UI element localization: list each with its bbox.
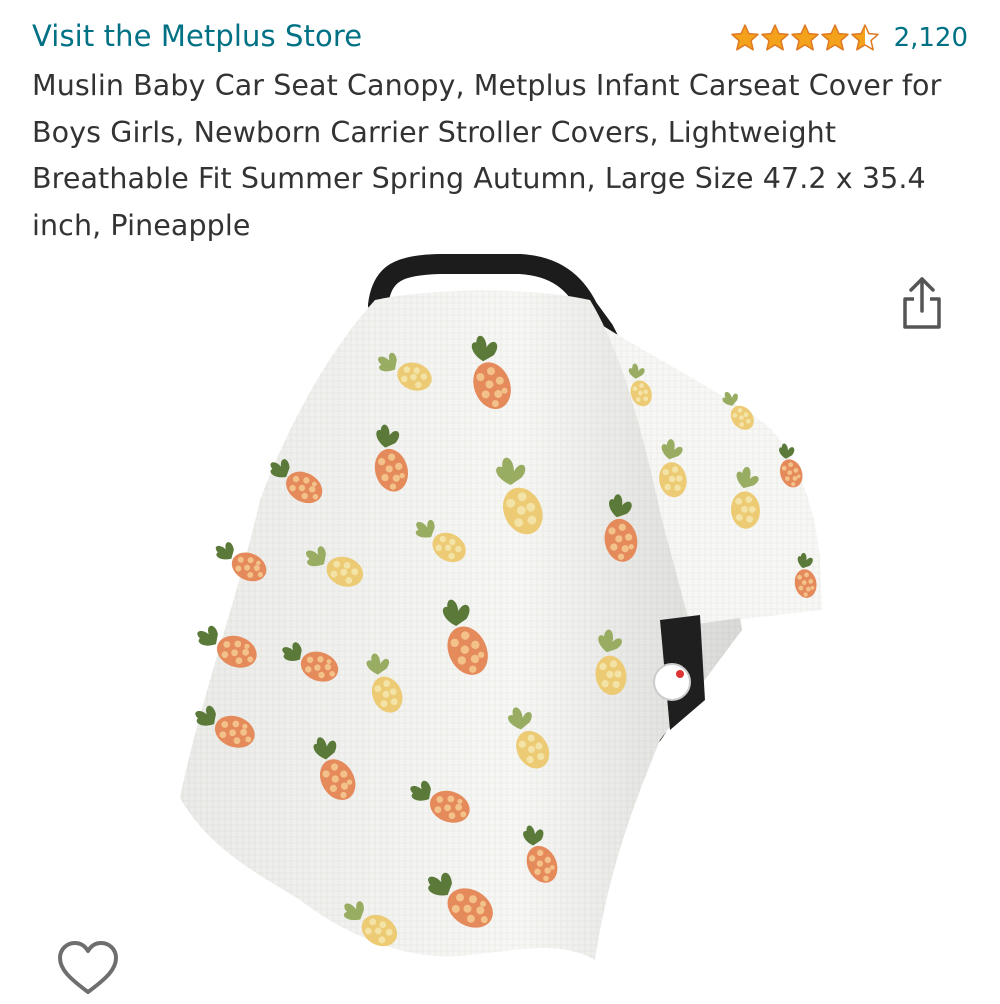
star-icon [760,24,789,51]
rating[interactable]: 2,120 [730,18,968,58]
rating-count[interactable]: 2,120 [894,18,968,58]
star-icon [820,24,849,51]
star-icon [850,24,879,51]
header-row: Visit the Metplus Store 2,120 [32,14,972,64]
product-title: Muslin Baby Car Seat Canopy, Metplus Inf… [32,69,942,242]
wishlist-button[interactable] [55,938,121,1000]
store-link[interactable]: Visit the Metplus Store [32,14,362,58]
star-icon [730,24,759,51]
star-icon [790,24,819,51]
heart-icon [58,941,118,994]
star-rating [730,23,880,53]
product-photo [180,254,822,960]
share-button[interactable] [893,272,951,334]
share-icon [903,277,941,329]
